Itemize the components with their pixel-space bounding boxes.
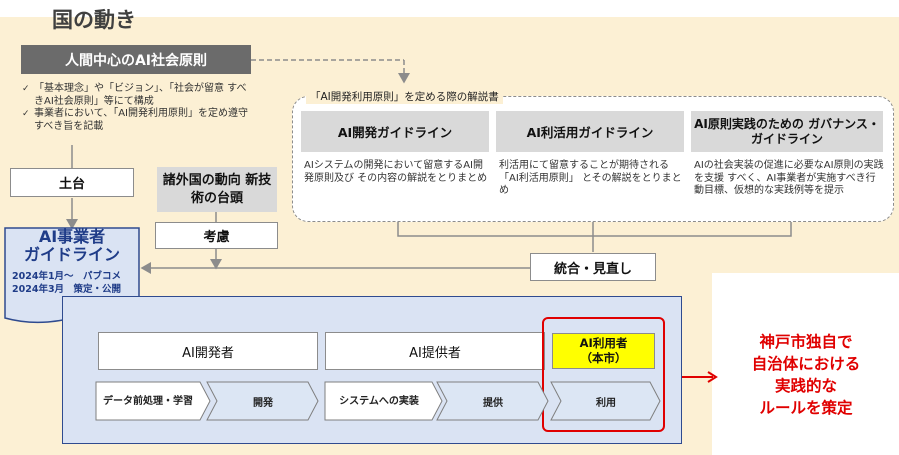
kobe-policy-line: 実践的な <box>774 377 837 395</box>
step-provision: 提供 <box>483 397 503 409</box>
step-system-implementation: システムへの実装 <box>339 395 419 407</box>
kobe-policy-line: 自治体における <box>751 355 861 373</box>
step-development: 開発 <box>253 397 273 409</box>
kobe-policy-line: ルールを策定 <box>759 399 853 417</box>
kobe-policy-line: 神戸市独自で <box>759 333 853 351</box>
step-data-preprocessing: データ前処理・学習 <box>103 395 193 407</box>
step-use: 利用 <box>596 397 616 409</box>
kobe-policy-text: 神戸市独自で 自治体における 実践的な ルールを策定 <box>718 331 894 419</box>
